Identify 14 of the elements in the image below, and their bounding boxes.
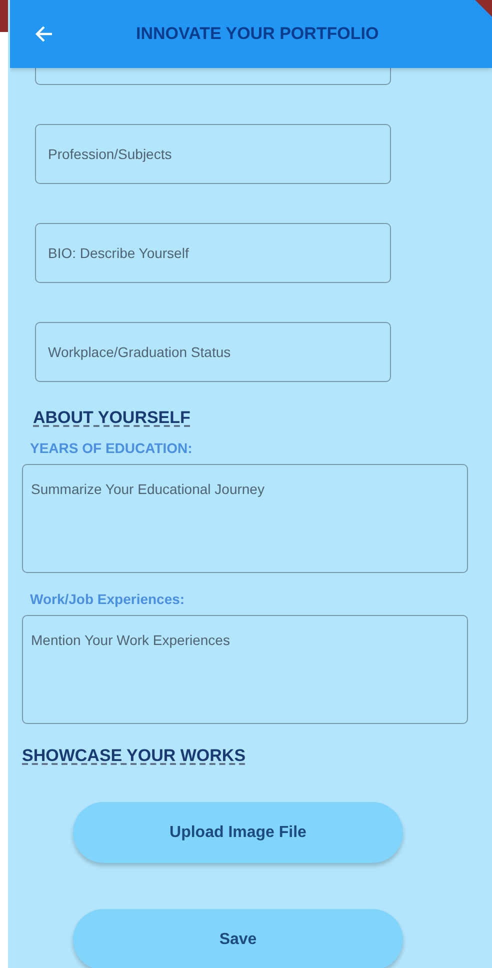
input-field[interactable]: BIO: Describe Yourself: [35, 223, 391, 283]
input-field[interactable]: Profession/Subjects: [35, 124, 391, 184]
field-label: YEARS OF EDUCATION:: [30, 440, 192, 456]
upload-button[interactable]: Upload Image File: [73, 802, 403, 863]
field-label: Work/Job Experiences:: [30, 591, 185, 607]
input-field[interactable]: Workplace/Graduation Status: [35, 322, 391, 382]
back-arrow-icon[interactable]: [34, 24, 54, 44]
section-heading: SHOWCASE YOUR WORKS: [22, 746, 246, 766]
text-area[interactable]: Mention Your Work Experiences: [22, 615, 468, 724]
save-button[interactable]: Save: [73, 909, 403, 968]
app-title: INNOVATE YOUR PORTFOLIO: [136, 24, 379, 44]
input-field[interactable]: [35, 68, 391, 85]
section-heading: ABOUT YOURSELF: [33, 408, 190, 428]
text-area[interactable]: Summarize Your Educational Journey: [22, 464, 468, 573]
